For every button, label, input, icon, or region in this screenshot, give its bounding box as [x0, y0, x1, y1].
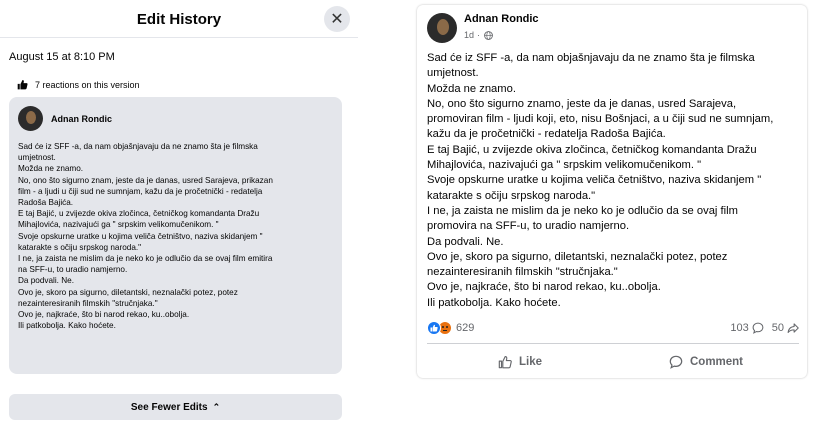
text-line: umjetnost.	[18, 153, 56, 163]
text-line: Možda ne znamo.	[427, 82, 516, 95]
edit-version-text: Sad će iz SFF -a, da nam objašnjavaju da…	[18, 141, 336, 331]
comment-bubble-icon	[752, 322, 764, 334]
actions-divider	[427, 343, 799, 344]
post-actions: Like Comment	[427, 351, 799, 373]
version-reactions[interactable]: 7 reactions on this version	[17, 79, 140, 90]
text-line: umjetnost.	[427, 67, 479, 80]
globe-icon	[484, 30, 493, 40]
thumbs-up-outline-icon	[498, 356, 512, 369]
post-stats: 629 103 50	[427, 321, 799, 337]
thumbs-up-icon	[17, 80, 28, 90]
text-line: Ili patkobolja. Kako hoćete.	[18, 321, 116, 331]
like-label: Like	[518, 356, 542, 368]
text-line: Sad će iz SFF -a, da nam objašnjavaju da…	[18, 142, 258, 151]
version-date: August 15 at 8:10 PM	[9, 51, 115, 63]
text-line: Ovo je, skoro pa sigurno, diletantski, n…	[18, 287, 238, 297]
reaction-summary[interactable]: 629	[427, 321, 474, 335]
chevron-up-icon: ⌃	[212, 401, 221, 412]
text-line: Ili patkobolja. Kako hoćete.	[427, 296, 561, 309]
text-line: na SFF-u, to uradio namjerno.	[18, 265, 128, 275]
author-name[interactable]: Adnan Rondic	[51, 114, 112, 124]
close-button[interactable]: ✕	[324, 6, 350, 32]
like-reaction-icon	[427, 321, 441, 335]
text-line: Mihajlovića, nazivajući ga " srpskim vel…	[427, 159, 702, 172]
text-line: promovira na SFF-u, to uradio namjerno.	[427, 220, 630, 233]
text-line: E taj Bajić, u zvijezde okiva zločinca, …	[427, 143, 757, 156]
text-line: Možda ne znamo.	[18, 164, 84, 174]
text-line: E taj Bajić, u zvijezde okiva zločinca, …	[18, 209, 260, 219]
edit-version-card: Adnan Rondic Sad će iz SFF -a, da nam ob…	[9, 97, 342, 374]
comment-button[interactable]: Comment	[613, 351, 799, 373]
version-reactions-text: 7 reactions on this version	[35, 79, 140, 90]
text-line: nezainteresiranih filmskih "stručnjaka."	[427, 266, 618, 279]
text-line: Svoje opskurne uratke u kojima veliča če…	[18, 231, 263, 241]
like-button[interactable]: Like	[427, 351, 613, 373]
text-line: promoviran film - ljudi koji, eto, nisu …	[427, 113, 774, 126]
see-fewer-edits-label: See Fewer Edits	[130, 401, 208, 413]
text-line: katarakte s očiju srpskog naroda."	[18, 242, 142, 252]
text-line: Sad će iz SFF -a, da nam objašnjavaju da…	[427, 52, 755, 64]
text-line: film - a ljudi u čiji sud ne sumnjam, ka…	[18, 186, 263, 196]
text-line: Da podvali. Ne.	[18, 276, 74, 286]
text-line: No, ono što sigurno znamo, jeste da je d…	[427, 97, 737, 110]
see-fewer-edits-button[interactable]: See Fewer Edits ⌃	[9, 394, 342, 420]
avatar[interactable]	[18, 106, 43, 131]
edit-history-panel: Edit History ✕ August 15 at 8:10 PM 7 re…	[0, 0, 358, 431]
text-line: Ovo je, najkraće, što bi narod rekao, ku…	[18, 310, 190, 320]
text-line: I ne, ja zaista ne mislim da je neko ko …	[427, 204, 738, 217]
share-arrow-icon	[787, 323, 799, 334]
post-timestamp[interactable]: 1d	[464, 30, 474, 40]
text-line: Da podvali. Ne.	[427, 235, 504, 248]
edit-history-header: Edit History ✕	[0, 0, 358, 38]
post-card: Adnan Rondic 1d · Sad će iz SFF -a, da n…	[417, 5, 807, 378]
edit-history-title: Edit History	[136, 11, 222, 28]
text-line: nezainteresiranih filmskih "stručnjaka."	[18, 298, 158, 308]
text-line: katarakte s očiju srpskog naroda."	[427, 189, 596, 202]
post-meta: 1d ·	[464, 30, 493, 40]
reaction-count: 629	[456, 322, 475, 334]
engagement-counts: 103 50	[730, 322, 799, 334]
meta-separator: ·	[477, 30, 481, 40]
comment-icon	[669, 355, 683, 369]
text-line: Svoje opskurne uratke u kojima veliča če…	[427, 174, 762, 187]
close-icon: ✕	[330, 11, 344, 28]
text-line: Ovo je, skoro pa sigurno, diletantski, n…	[427, 250, 728, 263]
comment-label: Comment	[689, 356, 744, 368]
text-line: Radoša Bajića.	[18, 198, 74, 208]
text-line: I ne, ja zaista ne mislim da je neko ko …	[18, 254, 273, 264]
text-line: kažu da je pročetnički - redatelja Radoš…	[427, 128, 666, 141]
avatar[interactable]	[427, 13, 457, 43]
post-text: Sad će iz SFF -a, da nam objašnjavaju da…	[427, 51, 799, 311]
text-line: No, ono što sigurno znam, jeste da je da…	[18, 175, 273, 185]
post-author-name[interactable]: Adnan Rondic	[464, 13, 539, 25]
comment-count[interactable]: 103	[730, 322, 748, 334]
text-line: Ovo je, najkraće, što bi narod rekao, ku…	[427, 281, 661, 294]
text-line: Mihajlovića, nazivajući ga " srpskim vel…	[18, 220, 219, 230]
share-count[interactable]: 50	[772, 322, 784, 334]
